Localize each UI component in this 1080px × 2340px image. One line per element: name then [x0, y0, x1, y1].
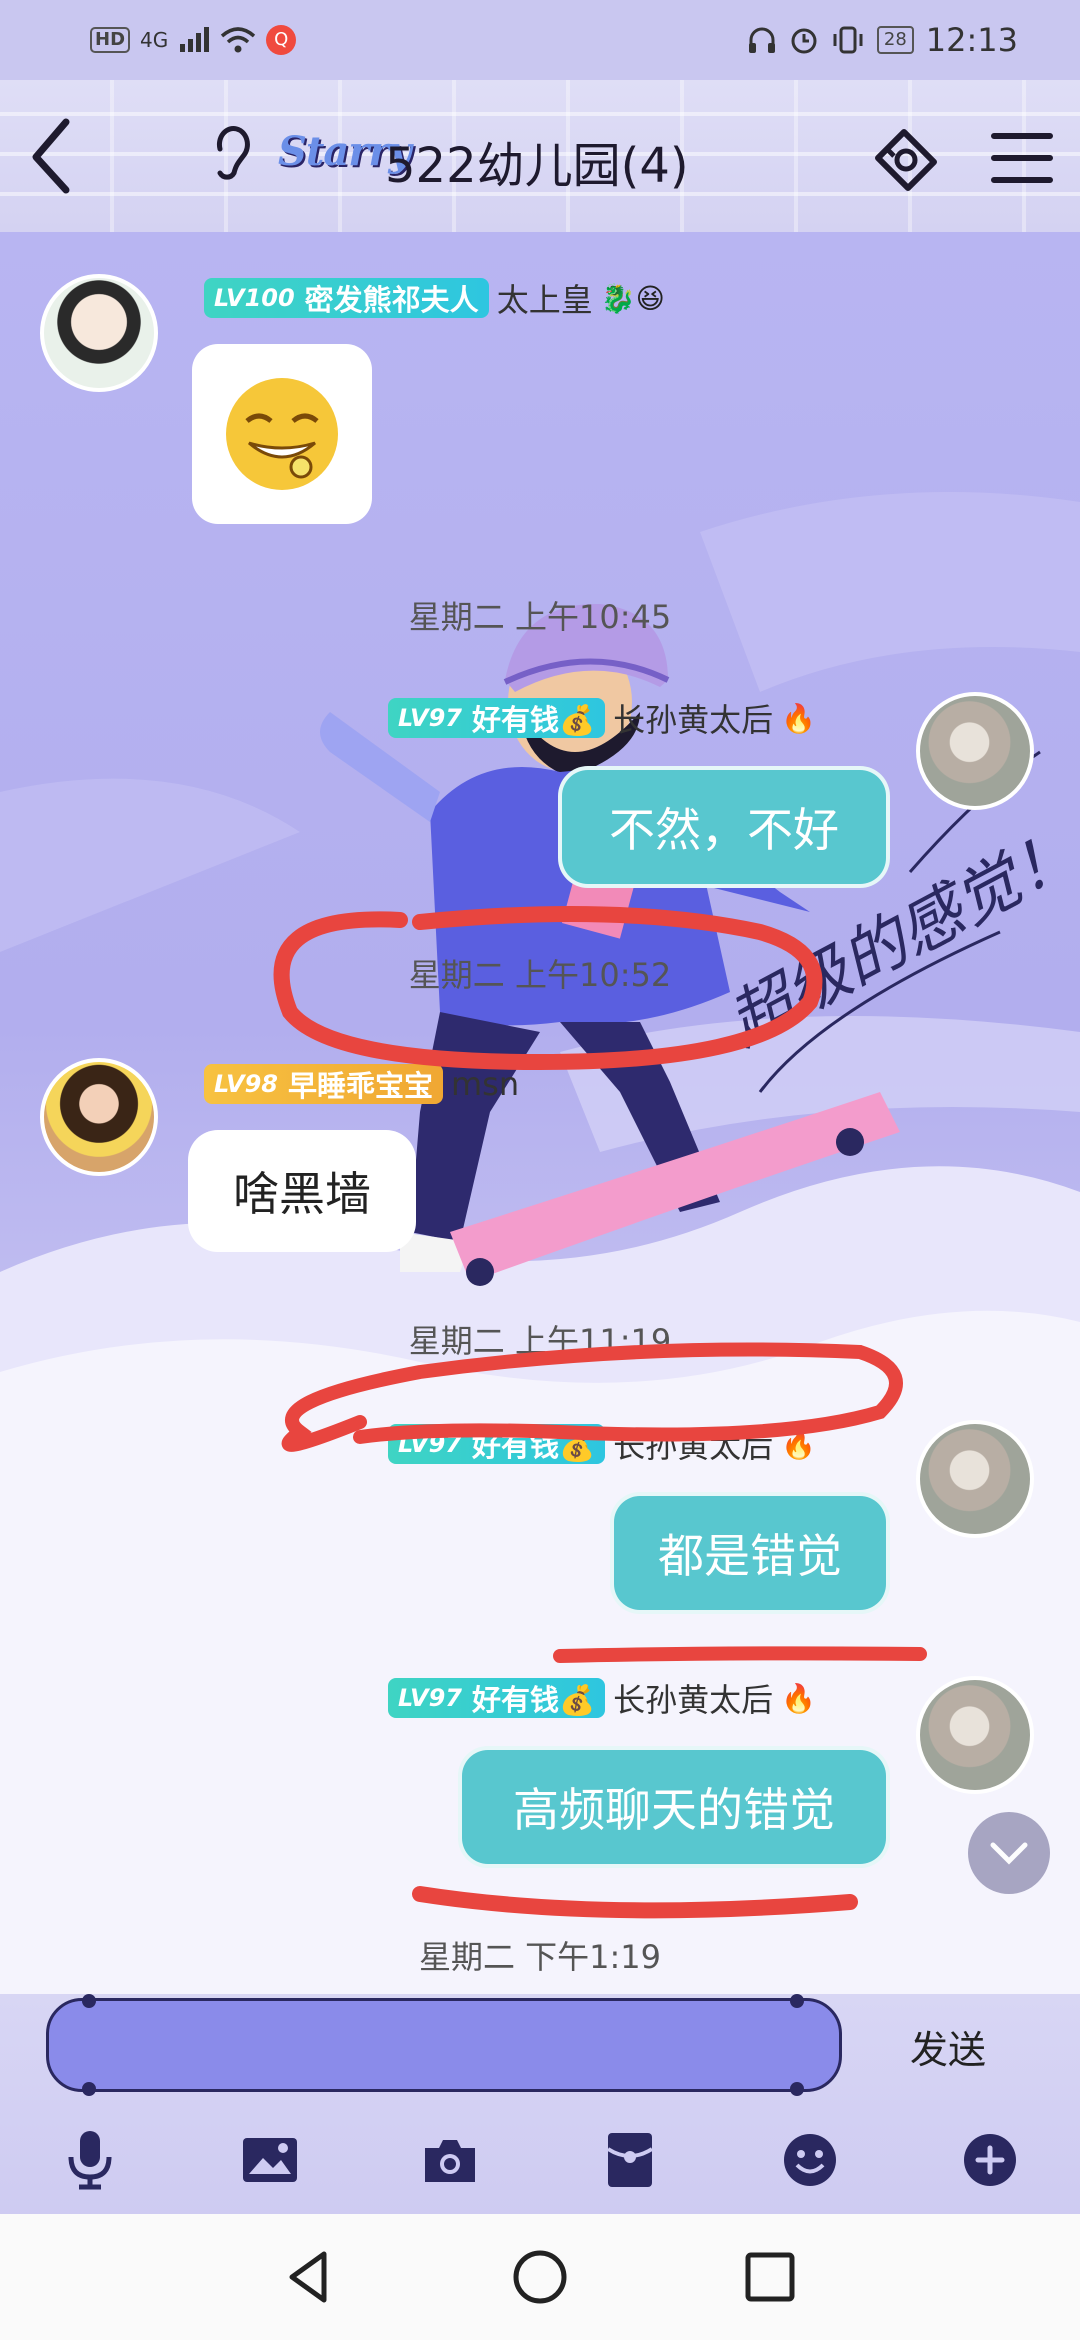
fire-icon: 🔥: [781, 701, 816, 735]
send-button[interactable]: 发送: [882, 2014, 1014, 2078]
message-header: LV97 好有钱💰 长孙黄太后 🔥: [388, 696, 816, 740]
camera-button[interactable]: [414, 2124, 486, 2196]
wifi-icon: [221, 27, 256, 53]
message-bubble[interactable]: 都是错觉: [610, 1492, 890, 1614]
message-header: LV98 早睡乖宝宝 msn: [204, 1062, 519, 1106]
level-badge: LV97 好有钱💰: [388, 1678, 606, 1718]
sender-name[interactable]: 长孙黄太后: [613, 695, 773, 741]
input-rivet: [82, 2082, 96, 2096]
chevron-down-icon: [990, 1842, 1028, 1865]
hamburger-icon: [991, 133, 1053, 183]
plus-circle-icon: [964, 2134, 1016, 2186]
grinning-emoji-icon: [226, 378, 338, 490]
alarm-icon: [791, 28, 817, 54]
sender-name[interactable]: msn: [451, 1065, 519, 1103]
vibrate-icon: [833, 26, 863, 54]
fire-icon: 🔥: [781, 1681, 816, 1715]
network-type: 4G: [140, 28, 169, 52]
notification-badge: Q: [266, 25, 297, 55]
ticket-icon: [875, 129, 937, 191]
microphone-icon: [68, 2131, 112, 2190]
triangle-back-icon: [289, 2251, 327, 2303]
message-bubble[interactable]: 高频聊天的错觉: [458, 1746, 890, 1868]
message-bubble[interactable]: 不然，不好: [558, 766, 890, 888]
fire-icon: 🔥: [781, 1427, 816, 1461]
emoji-button[interactable]: [774, 2124, 846, 2196]
level-badge: LV100 密发熊祁夫人: [204, 278, 489, 318]
avatar[interactable]: [916, 692, 1034, 810]
level-badge: LV97 好有钱💰: [388, 1424, 606, 1464]
sender-name[interactable]: 长孙黄太后: [613, 1675, 773, 1721]
menu-button[interactable]: [990, 130, 1054, 186]
nav-recents-button[interactable]: [735, 2242, 805, 2312]
level-badge: LV97 好有钱💰: [388, 698, 606, 738]
input-rivet: [790, 2082, 804, 2096]
ear-icon[interactable]: [210, 125, 250, 185]
headphones-icon: [748, 27, 775, 53]
clock: 12:13: [925, 21, 1018, 59]
image-icon: [243, 2138, 297, 2182]
avatar[interactable]: [40, 274, 158, 392]
smiley-icon: [784, 2134, 836, 2186]
red-packet-button[interactable]: [594, 2124, 666, 2196]
ticket-button[interactable]: [868, 122, 944, 192]
input-rivet: [790, 1994, 804, 2008]
scroll-to-bottom-button[interactable]: [968, 1812, 1050, 1894]
envelope-icon: [606, 2133, 654, 2187]
message-input[interactable]: [46, 1998, 842, 2092]
message-header: LV97 好有钱💰 长孙黄太后 🔥: [388, 1676, 816, 1720]
avatar[interactable]: [916, 1676, 1034, 1794]
chat-header: Starry 522幼儿园(4): [0, 80, 1080, 232]
timestamp: 星期二 上午10:45: [408, 598, 672, 636]
timestamp: 星期二 上午11:19: [408, 1322, 672, 1360]
status-left: HD 4G Q: [90, 22, 297, 58]
message-composer: 发送: [0, 1994, 1080, 2214]
status-bar: HD 4G Q 28 12:13: [0, 0, 1080, 80]
sender-name[interactable]: 长孙黄太后: [613, 1421, 773, 1467]
system-nav-bar: [0, 2214, 1080, 2340]
circle-home-icon: [513, 2250, 567, 2304]
camera-icon: [425, 2140, 475, 2182]
more-button[interactable]: [954, 2124, 1026, 2196]
message-bubble[interactable]: 啥黑墙: [188, 1130, 416, 1252]
nav-back-button[interactable]: [274, 2242, 344, 2312]
avatar[interactable]: [40, 1058, 158, 1176]
voice-button[interactable]: [54, 2124, 126, 2196]
timestamp: 星期二 上午10:52: [408, 956, 672, 994]
input-rivet: [82, 1994, 96, 2008]
avatar[interactable]: [916, 1420, 1034, 1538]
back-button[interactable]: [18, 110, 88, 200]
chevron-left-icon: [32, 118, 70, 194]
square-recents-icon: [745, 2252, 795, 2302]
signal-icon: [180, 27, 210, 52]
status-right: 28 12:13: [747, 18, 1018, 62]
flair-icon: 🐉😆: [600, 281, 665, 315]
nav-home-button[interactable]: [505, 2242, 575, 2312]
battery-indicator: 28: [876, 26, 914, 54]
timestamp: 星期二 下午1:19: [418, 1938, 662, 1976]
chat-area[interactable]: 超级的感觉！ LV100 密发熊祁夫人 太上皇 🐉😆 星期二 上午10:45 LV…: [0, 232, 1080, 1994]
gallery-button[interactable]: [234, 2124, 306, 2196]
input-toolbar: [0, 2114, 1080, 2206]
sticker-message[interactable]: [192, 344, 372, 524]
hd-indicator: HD: [90, 27, 131, 53]
level-badge: LV98 早睡乖宝宝: [204, 1064, 443, 1104]
message-header: LV100 密发熊祁夫人 太上皇 🐉😆: [204, 276, 665, 320]
sender-name[interactable]: 太上皇: [497, 275, 593, 321]
message-header: LV97 好有钱💰 长孙黄太后 🔥: [388, 1422, 816, 1466]
page-title[interactable]: 522幼儿园(4): [385, 126, 689, 196]
